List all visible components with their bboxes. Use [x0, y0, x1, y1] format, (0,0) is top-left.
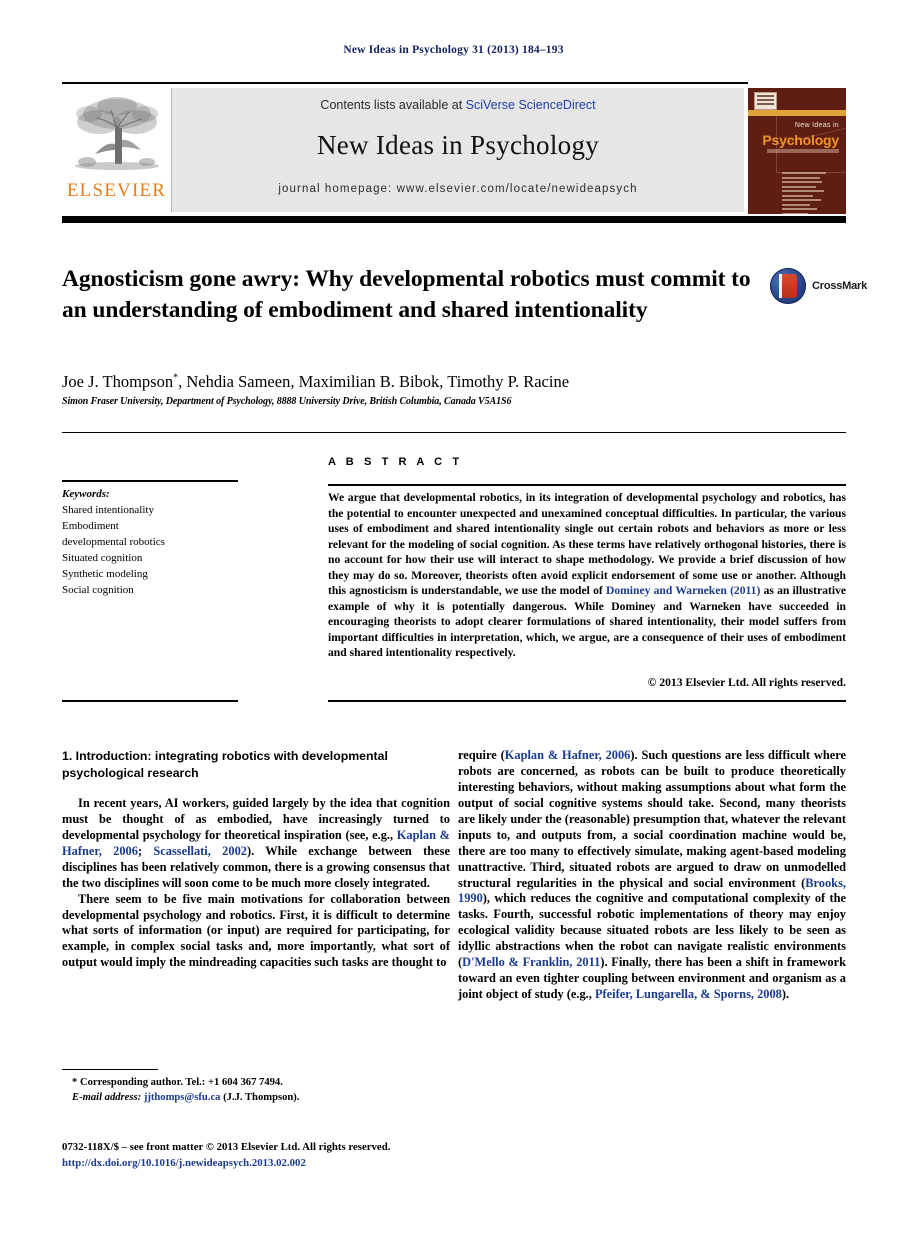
paragraph: In recent years, AI workers, guided larg… — [62, 796, 450, 892]
keyword-item: Synthetic modeling — [62, 568, 148, 581]
body-column-right: require (Kaplan & Hafner, 2006). Such qu… — [458, 748, 846, 1003]
paragraph-text: require ( — [458, 748, 505, 762]
abstract-top-rule — [328, 484, 846, 486]
header-top-rule — [62, 82, 748, 84]
author-list: Joe J. Thompson*, Nehdia Sameen, Maximil… — [62, 372, 822, 392]
title-block: Agnosticism gone awry: Why developmental… — [62, 264, 752, 325]
paper-page: New Ideas in Psychology 31 (2013) 184–19… — [0, 0, 907, 1238]
contents-available-line: Contents lists available at SciVerse Sci… — [172, 88, 744, 112]
crossmark-logo-icon — [770, 268, 806, 304]
issn-line: 0732-118X/$ – see front matter © 2013 El… — [62, 1141, 391, 1153]
header-black-bar — [62, 216, 846, 223]
keywords-bottom-rule — [62, 700, 238, 702]
keywords-block: Keywords: Shared intentionality Embodime… — [62, 486, 252, 598]
cover-title-line2: Psychology — [762, 132, 839, 148]
journal-masthead: Contents lists available at SciVerse Sci… — [172, 88, 744, 212]
issn-copyright-block: 0732-118X/$ – see front matter © 2013 El… — [62, 1140, 482, 1171]
abstract-copyright: © 2013 Elsevier Ltd. All rights reserved… — [647, 676, 846, 689]
elsevier-wordmark: ELSEVIER — [66, 180, 167, 201]
abstract-citation-link[interactable]: Dominey and Warneken (2011) — [606, 584, 760, 597]
email-suffix: (J.J. Thompson). — [220, 1091, 300, 1103]
email-label: E-mail address: — [72, 1091, 142, 1103]
citation-link[interactable]: D'Mello & Franklin, 2011 — [462, 955, 600, 969]
corresponding-author-note: * Corresponding author. Tel.: +1 604 367… — [72, 1077, 283, 1088]
crossmark-label: CrossMark — [812, 280, 868, 292]
author-rest: , Nehdia Sameen, Maximilian B. Bibok, Ti… — [178, 372, 570, 391]
paragraph: require (Kaplan & Hafner, 2006). Such qu… — [458, 748, 846, 1003]
doi-link[interactable]: http://dx.doi.org/10.1016/j.newideapsych… — [62, 1156, 482, 1172]
abstract-bottom-rule — [328, 700, 846, 702]
keyword-item: developmental robotics — [62, 536, 165, 549]
abstract-text: We argue that developmental robotics, in… — [328, 490, 846, 661]
paragraph-text: In recent years, AI workers, guided larg… — [62, 795, 450, 842]
citation-link[interactable]: Scassellati, 2002 — [153, 844, 247, 858]
journal-title: New Ideas in Psychology — [316, 130, 600, 160]
abstract-label: A B S T R A C T — [328, 456, 463, 468]
keyword-item: Shared intentionality — [62, 504, 154, 517]
keywords-top-rule — [62, 480, 238, 482]
page-title: Agnosticism gone awry: Why developmental… — [62, 266, 751, 323]
journal-homepage-link[interactable]: journal homepage: www.elsevier.com/locat… — [172, 183, 744, 195]
contents-prefix: Contents lists available at — [320, 98, 466, 112]
cover-title-line1: New Ideas in — [794, 122, 839, 129]
citation-link[interactable]: Pfeifer, Lungarella, & Sporns, 2008 — [595, 987, 782, 1001]
email-link[interactable]: jjthomps@sfu.ca — [144, 1092, 221, 1103]
elsevier-tree-icon — [74, 97, 159, 170]
cover-gold-band — [748, 110, 846, 116]
cover-editor-lines — [782, 172, 826, 214]
elsevier-logo: ELSEVIER — [62, 88, 172, 212]
header-row: ELSEVIER Contents lists available at Sci… — [62, 88, 846, 214]
journal-cover-thumbnail: New Ideas in Psychology — [748, 88, 846, 214]
paragraph-text: ; — [137, 843, 154, 858]
abstract-part1: We argue that developmental robotics, in… — [328, 491, 846, 598]
paragraph-text: ). Such questions are less difficult whe… — [458, 748, 846, 890]
crossmark-badge[interactable]: CrossMark — [770, 268, 867, 308]
panel-top-rule — [62, 432, 846, 433]
keyword-item: Social cognition — [62, 584, 134, 597]
section-heading: 1. Introduction: integrating robotics wi… — [62, 749, 388, 780]
cover-subtitle-bar — [767, 149, 839, 153]
author-corresponding: Joe J. Thompson — [62, 372, 174, 391]
cover-corner-chip — [754, 92, 777, 110]
paragraph: There seem to be five main motivations f… — [62, 891, 450, 970]
affiliation: Simon Fraser University, Department of P… — [62, 396, 512, 407]
footnote-rule — [62, 1069, 158, 1070]
citation-link[interactable]: Kaplan & Hafner, 2006 — [505, 748, 631, 762]
sciencedirect-link[interactable]: SciVerse ScienceDirect — [466, 98, 596, 112]
email-note: E-mail address: jjthomps@sfu.ca (J.J. Th… — [62, 1091, 450, 1106]
keyword-item: Situated cognition — [62, 552, 143, 565]
keyword-item: Embodiment — [62, 520, 119, 533]
running-head: New Ideas in Psychology 31 (2013) 184–19… — [343, 44, 564, 56]
keywords-heading: Keywords: — [62, 488, 110, 500]
body-column-left: 1. Introduction: integrating robotics wi… — [62, 748, 450, 971]
paragraph-text: ). — [781, 987, 790, 1002]
footnote-block: * Corresponding author. Tel.: +1 604 367… — [62, 1076, 450, 1105]
